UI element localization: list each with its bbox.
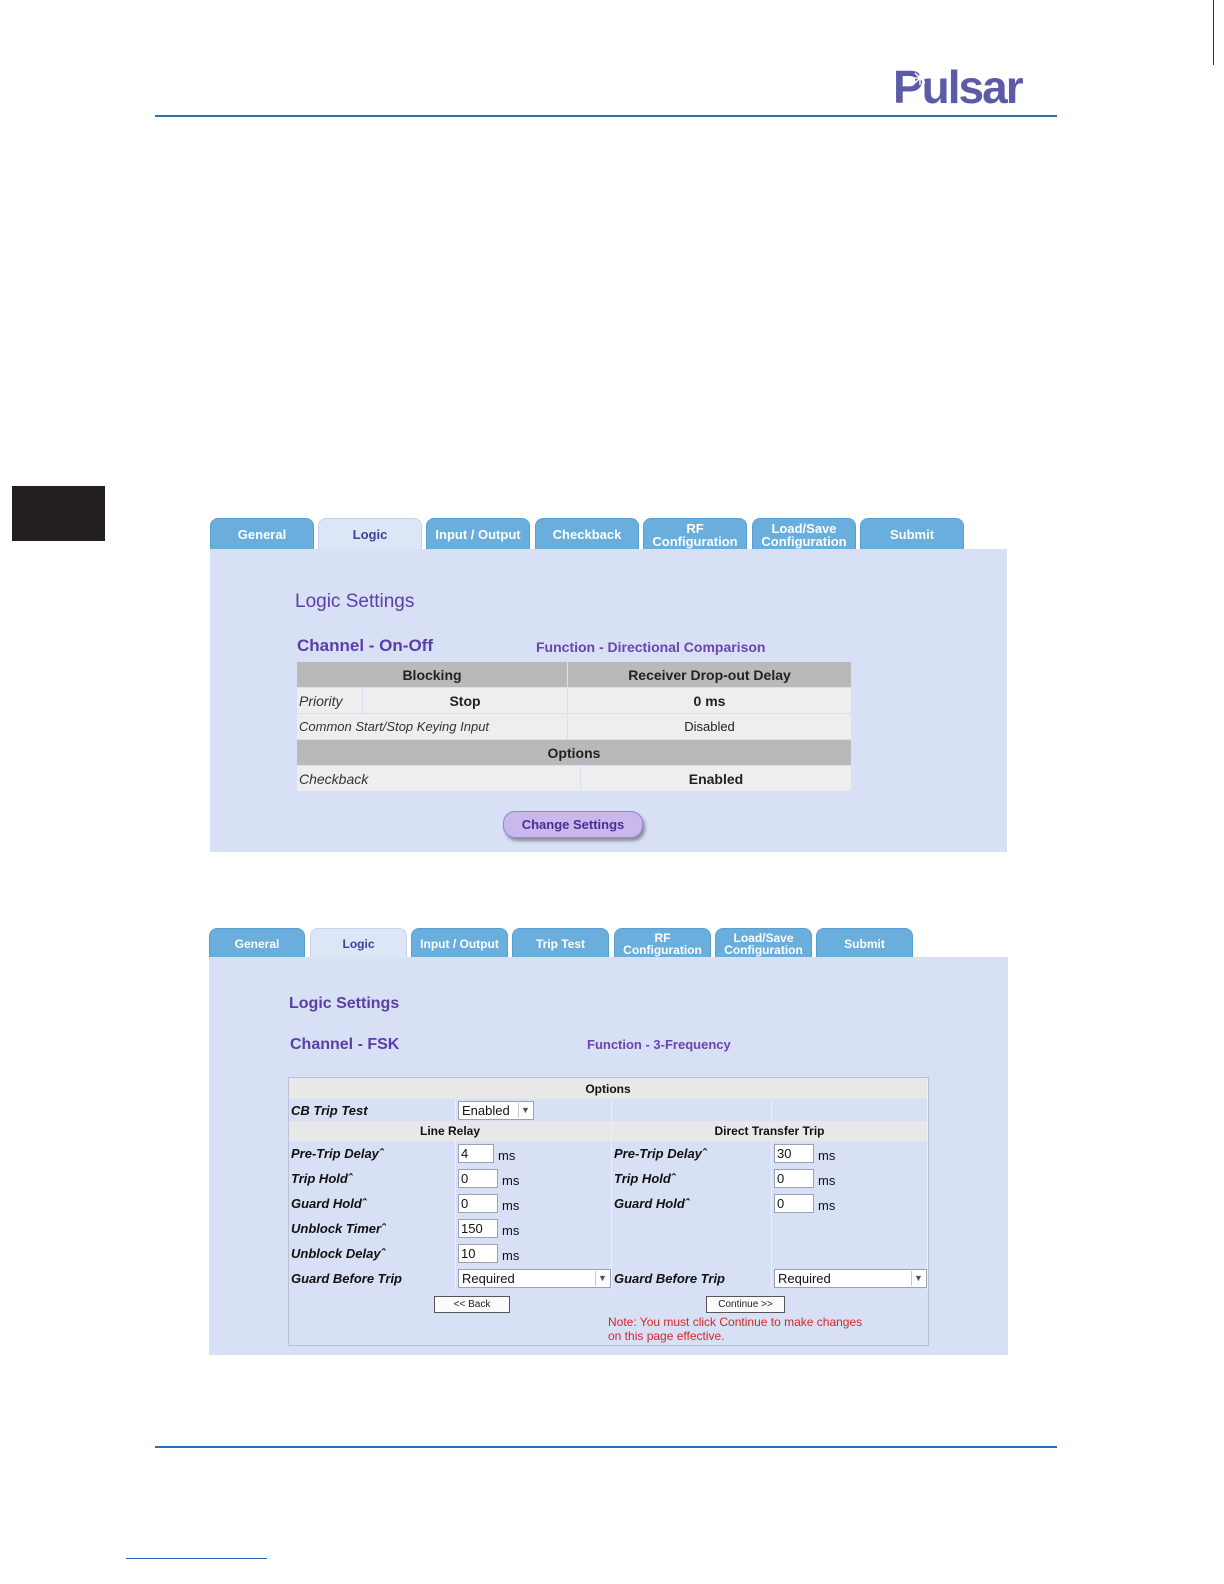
- function-label: Function - Directional Comparison: [536, 639, 766, 655]
- unit-label: ms: [502, 1173, 520, 1188]
- unit-label: ms: [502, 1248, 520, 1263]
- tab-input-output[interactable]: Input / Output: [411, 928, 508, 958]
- unit-label: ms: [818, 1148, 836, 1163]
- tab-logic[interactable]: Logic: [318, 518, 422, 550]
- logo-text: Pulsar: [893, 61, 1024, 113]
- dtt-trip-hold-label: Trip Holdˆ: [612, 1166, 772, 1191]
- direct-transfer-trip-header: Direct Transfer Trip: [612, 1121, 928, 1141]
- tab-input-output[interactable]: Input / Output: [426, 518, 530, 550]
- note-line-1: Note: You must click Continue to make ch…: [608, 1315, 863, 1329]
- unblock-delay-label: Unblock Delayˆ: [289, 1241, 456, 1266]
- priority-label: Priority: [296, 687, 363, 714]
- cb-trip-test-select[interactable]: Enabled ▼: [458, 1100, 534, 1120]
- priority-value: Stop: [362, 687, 568, 714]
- channel-label: Channel - FSK: [290, 1036, 400, 1053]
- continue-note: Note: You must click Continue to make ch…: [608, 1315, 908, 1343]
- guard-before-trip-value: Required: [462, 1270, 515, 1286]
- pulsar-logo: Pulsar: [893, 61, 1055, 113]
- checkback-value: Enabled: [579, 765, 853, 792]
- channel-label: Channel - On-Off: [297, 636, 433, 655]
- footer-rule: [155, 1446, 1057, 1448]
- change-settings-button[interactable]: Change Settings: [503, 811, 643, 838]
- tab-load-save-configuration[interactable]: Load/Save Configuration: [752, 518, 856, 550]
- trip-hold-label: Trip Holdˆ: [289, 1166, 456, 1191]
- tab-load-save-configuration[interactable]: Load/Save Configuration: [715, 928, 812, 958]
- guard-before-trip-label: Guard Before Trip: [289, 1266, 456, 1290]
- unblock-timer-input[interactable]: 150: [458, 1219, 498, 1238]
- dropout-delay-header: Receiver Drop-out Delay: [567, 661, 852, 688]
- trip-hold-input[interactable]: 0: [458, 1169, 498, 1188]
- settings-summary-table: Blocking Receiver Drop-out Delay Priorit…: [296, 661, 853, 792]
- chapter-tab-block: [12, 486, 105, 541]
- tab-trip-test[interactable]: Trip Test: [512, 928, 609, 958]
- guard-hold-label: Guard Holdˆ: [289, 1191, 456, 1216]
- tab-logic[interactable]: Logic: [310, 928, 407, 958]
- keying-input-value: Disabled: [567, 713, 852, 740]
- function-label: Function - 3-Frequency: [587, 1037, 731, 1052]
- keying-input-label: Common Start/Stop Keying Input: [296, 713, 568, 740]
- line-relay-header: Line Relay: [289, 1121, 612, 1141]
- tab-rf-configuration[interactable]: RF Configuration: [643, 518, 747, 550]
- chevron-down-icon: ▼: [911, 1270, 925, 1286]
- guard-before-trip-select[interactable]: Required ▼: [458, 1268, 611, 1288]
- options-header: Options: [296, 739, 852, 766]
- logic-settings-form: Options CB Trip Test Enabled ▼ Line Rela…: [288, 1077, 929, 1346]
- dtt-guard-before-trip-value: Required: [778, 1270, 831, 1286]
- cb-trip-test-value: Enabled: [462, 1102, 510, 1118]
- pre-trip-delay-label: Pre-Trip Delayˆ: [289, 1141, 456, 1166]
- dropout-delay-value: 0 ms: [567, 687, 852, 714]
- unblock-timer-label: Unblock Timerˆ: [289, 1216, 456, 1241]
- options-header: Options: [289, 1078, 928, 1099]
- unit-label: ms: [818, 1198, 836, 1213]
- footnote-rule: [126, 1558, 267, 1559]
- unit-label: ms: [502, 1223, 520, 1238]
- blocking-header: Blocking: [296, 661, 568, 688]
- dtt-guard-hold-label: Guard Holdˆ: [612, 1191, 772, 1216]
- dtt-guard-before-trip-label: Guard Before Trip: [612, 1266, 772, 1290]
- logo-star-icon: [913, 71, 927, 85]
- guard-hold-input[interactable]: 0: [458, 1194, 498, 1213]
- page-title: Logic Settings: [289, 995, 400, 1012]
- pre-trip-delay-input[interactable]: 4: [458, 1144, 494, 1163]
- chevron-down-icon: ▼: [595, 1270, 609, 1286]
- margin-line: [1213, 0, 1214, 65]
- note-line-2: on this page effective.: [608, 1329, 725, 1343]
- unit-label: ms: [818, 1173, 836, 1188]
- back-button[interactable]: << Back: [434, 1296, 510, 1313]
- tab-general[interactable]: General: [209, 928, 305, 958]
- dtt-trip-hold-input[interactable]: 0: [774, 1169, 814, 1188]
- checkback-label: Checkback: [296, 765, 581, 792]
- unit-label: ms: [498, 1148, 516, 1163]
- tab-general[interactable]: General: [210, 518, 314, 550]
- tab-rf-configuration[interactable]: RF Configuration: [614, 928, 711, 958]
- tab-submit[interactable]: Submit: [816, 928, 913, 958]
- dtt-pre-trip-delay-label: Pre-Trip Delayˆ: [612, 1141, 772, 1166]
- continue-button[interactable]: Continue >>: [706, 1296, 785, 1313]
- tab-submit[interactable]: Submit: [860, 518, 964, 550]
- header-rule: [155, 115, 1057, 117]
- dtt-guard-hold-input[interactable]: 0: [774, 1194, 814, 1213]
- chevron-down-icon: ▼: [518, 1102, 532, 1118]
- tab-checkback[interactable]: Checkback: [535, 518, 639, 550]
- unblock-delay-input[interactable]: 10: [458, 1244, 498, 1263]
- dtt-pre-trip-delay-input[interactable]: 30: [774, 1144, 814, 1163]
- unit-label: ms: [502, 1198, 520, 1213]
- page-title: Logic Settings: [295, 591, 415, 612]
- cb-trip-test-label: CB Trip Test: [289, 1099, 456, 1121]
- dtt-guard-before-trip-select[interactable]: Required ▼: [774, 1268, 927, 1288]
